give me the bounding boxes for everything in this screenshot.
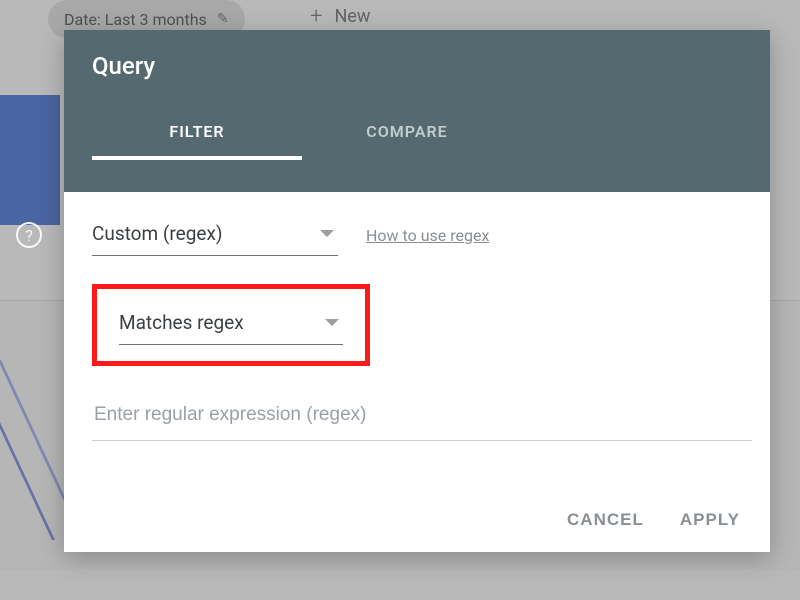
nav-rail: [0, 95, 60, 225]
chevron-down-icon: [325, 319, 339, 326]
filter-type-value: Custom (regex): [92, 222, 223, 245]
match-mode-select[interactable]: Matches regex: [119, 303, 343, 345]
apply-button[interactable]: APPLY: [680, 510, 740, 530]
chart-line: [0, 360, 55, 540]
dialog-actions: CANCEL APPLY: [64, 510, 770, 552]
filter-type-select[interactable]: Custom (regex): [92, 214, 338, 256]
regex-help-link[interactable]: How to use regex: [366, 226, 489, 245]
tab-filter[interactable]: FILTER: [92, 122, 302, 159]
dialog-header: Query FILTER COMPARE: [64, 30, 770, 192]
query-dialog: Query FILTER COMPARE Custom (regex) How …: [64, 30, 770, 552]
match-mode-value: Matches regex: [119, 311, 244, 334]
dialog-tabs: FILTER COMPARE: [92, 122, 742, 159]
regex-input[interactable]: [92, 394, 752, 441]
cancel-button[interactable]: CANCEL: [567, 510, 644, 530]
help-icon[interactable]: ?: [16, 222, 42, 248]
plus-icon: +: [310, 4, 322, 29]
dialog-title: Query: [92, 52, 742, 80]
date-filter-label: Date: Last 3 months: [64, 10, 207, 29]
dialog-body: Custom (regex) How to use regex Matches …: [64, 192, 770, 510]
pencil-icon: ✎: [217, 11, 229, 27]
chevron-down-icon: [320, 230, 334, 237]
new-filter-button[interactable]: + New: [310, 4, 370, 29]
match-mode-highlight: Matches regex: [92, 284, 370, 366]
tab-compare[interactable]: COMPARE: [302, 122, 512, 159]
new-filter-label: New: [334, 6, 370, 27]
